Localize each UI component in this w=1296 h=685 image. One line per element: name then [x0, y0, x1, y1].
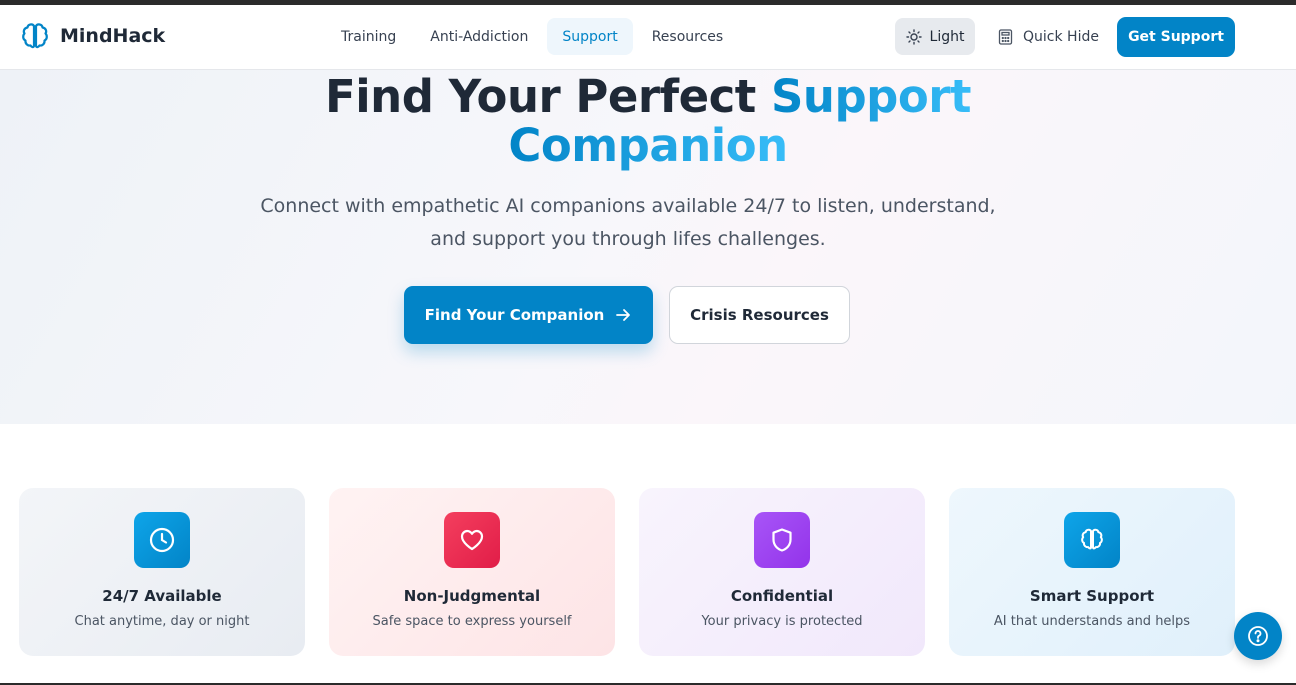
feature-title: Smart Support	[1029, 587, 1155, 605]
feature-card-available: 24/7 Available Chat anytime, day or nigh…	[19, 488, 305, 656]
theme-toggle-label: Light	[929, 28, 965, 45]
help-floating-button[interactable]	[1234, 612, 1282, 660]
hero-title: Find Your Perfect Support Companion	[0, 72, 1296, 170]
brand-name: MindHack	[60, 25, 166, 47]
heart-icon	[460, 529, 484, 551]
get-support-button[interactable]: Get Support	[1117, 17, 1235, 57]
feature-card-smart-support: Smart Support AI that understands and he…	[949, 488, 1235, 656]
feature-icon-box	[1064, 512, 1120, 568]
hero-section: Find Your Perfect Support Companion Conn…	[0, 70, 1296, 424]
arrow-right-icon	[616, 309, 631, 321]
nav-link-resources[interactable]: Resources	[637, 18, 739, 55]
nav-link-training[interactable]: Training	[326, 18, 411, 55]
feature-title: 24/7 Available	[102, 587, 222, 605]
feature-description: Your privacy is protected	[701, 614, 863, 629]
feature-card-confidential: Confidential Your privacy is protected	[639, 488, 925, 656]
nav-link-support[interactable]: Support	[547, 18, 633, 55]
feature-title: Confidential	[730, 587, 834, 605]
brain-icon	[1081, 528, 1103, 550]
hero-subtitle: Connect with empathetic AI companions av…	[260, 195, 996, 250]
feature-icon-box	[444, 512, 500, 568]
feature-title: Non-Judgmental	[403, 587, 541, 605]
feature-description: Safe space to express yourself	[372, 614, 572, 629]
find-companion-label: Find Your Companion	[424, 306, 605, 324]
hero-title-accent-2: Companion	[508, 119, 788, 172]
help-icon	[1248, 626, 1268, 646]
calculator-icon	[998, 28, 1013, 45]
hero-title-main: Find Your Perfect	[325, 70, 771, 123]
hero-title-accent: Support	[771, 70, 972, 123]
feature-icon-box	[754, 512, 810, 568]
quick-hide-button[interactable]: Quick Hide	[998, 18, 1099, 55]
crisis-resources-button[interactable]: Crisis Resources	[669, 286, 850, 344]
find-companion-button[interactable]: Find Your Companion	[404, 286, 653, 344]
brain-icon	[22, 23, 48, 49]
theme-toggle-button[interactable]: Light	[895, 18, 975, 55]
feature-icon-box	[134, 512, 190, 568]
top-navbar: MindHack Training Anti-Addiction Support…	[0, 5, 1296, 70]
shield-icon	[772, 528, 792, 552]
nav-links: Training Anti-Addiction Support Resource…	[326, 18, 742, 55]
brand-logo[interactable]: MindHack	[19, 20, 165, 52]
quick-hide-label: Quick Hide	[1023, 28, 1099, 45]
nav-link-anti-addiction[interactable]: Anti-Addiction	[415, 18, 543, 55]
feature-description: AI that understands and helps	[993, 614, 1191, 629]
feature-description: Chat anytime, day or night	[74, 614, 250, 629]
clock-icon	[149, 527, 175, 553]
feature-card-non-judgmental: Non-Judgmental Safe space to express you…	[329, 488, 615, 656]
sun-icon	[905, 28, 922, 45]
